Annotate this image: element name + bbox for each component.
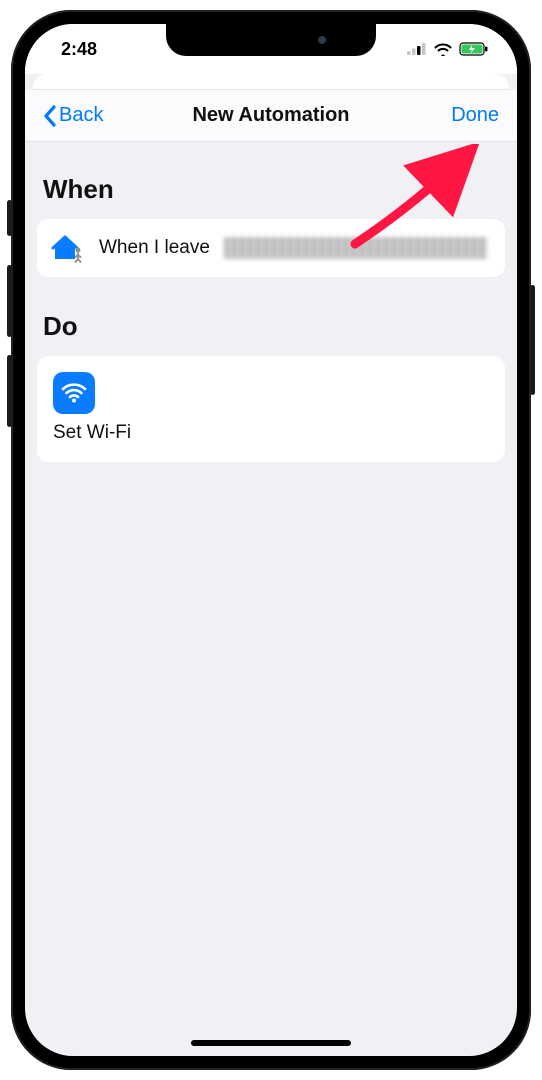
nav-bar: Back New Automation Done xyxy=(25,90,517,142)
status-right xyxy=(407,42,489,56)
back-button[interactable]: Back xyxy=(43,104,103,127)
wifi-action-icon xyxy=(53,372,95,414)
notch xyxy=(166,24,376,56)
when-text: When I leave xyxy=(99,237,210,259)
back-label: Back xyxy=(59,104,103,127)
wifi-icon xyxy=(433,42,453,56)
leave-home-icon xyxy=(51,233,85,263)
redacted-location xyxy=(224,237,487,259)
when-card[interactable]: When I leave xyxy=(37,219,505,277)
done-button[interactable]: Done xyxy=(451,104,499,127)
battery-charging-icon xyxy=(459,42,489,56)
power-button xyxy=(530,285,535,395)
volume-up-button xyxy=(7,265,12,337)
camera-dot xyxy=(318,36,326,44)
phone-frame: 2:48 xyxy=(11,10,531,1070)
do-card[interactable]: Set Wi-Fi xyxy=(37,356,505,462)
chevron-left-icon xyxy=(43,105,57,127)
content-area: When When I leave Do xyxy=(25,142,517,462)
modal-sheet-back xyxy=(33,74,509,90)
cellular-icon xyxy=(407,42,427,56)
status-time: 2:48 xyxy=(61,39,97,60)
volume-down-button xyxy=(7,355,12,427)
when-header: When xyxy=(37,162,505,219)
do-header: Do xyxy=(37,277,505,356)
page-title: New Automation xyxy=(192,104,349,127)
home-indicator[interactable] xyxy=(191,1040,351,1046)
side-button xyxy=(7,200,12,236)
do-action-label: Set Wi-Fi xyxy=(53,422,489,444)
screen: 2:48 xyxy=(25,24,517,1056)
